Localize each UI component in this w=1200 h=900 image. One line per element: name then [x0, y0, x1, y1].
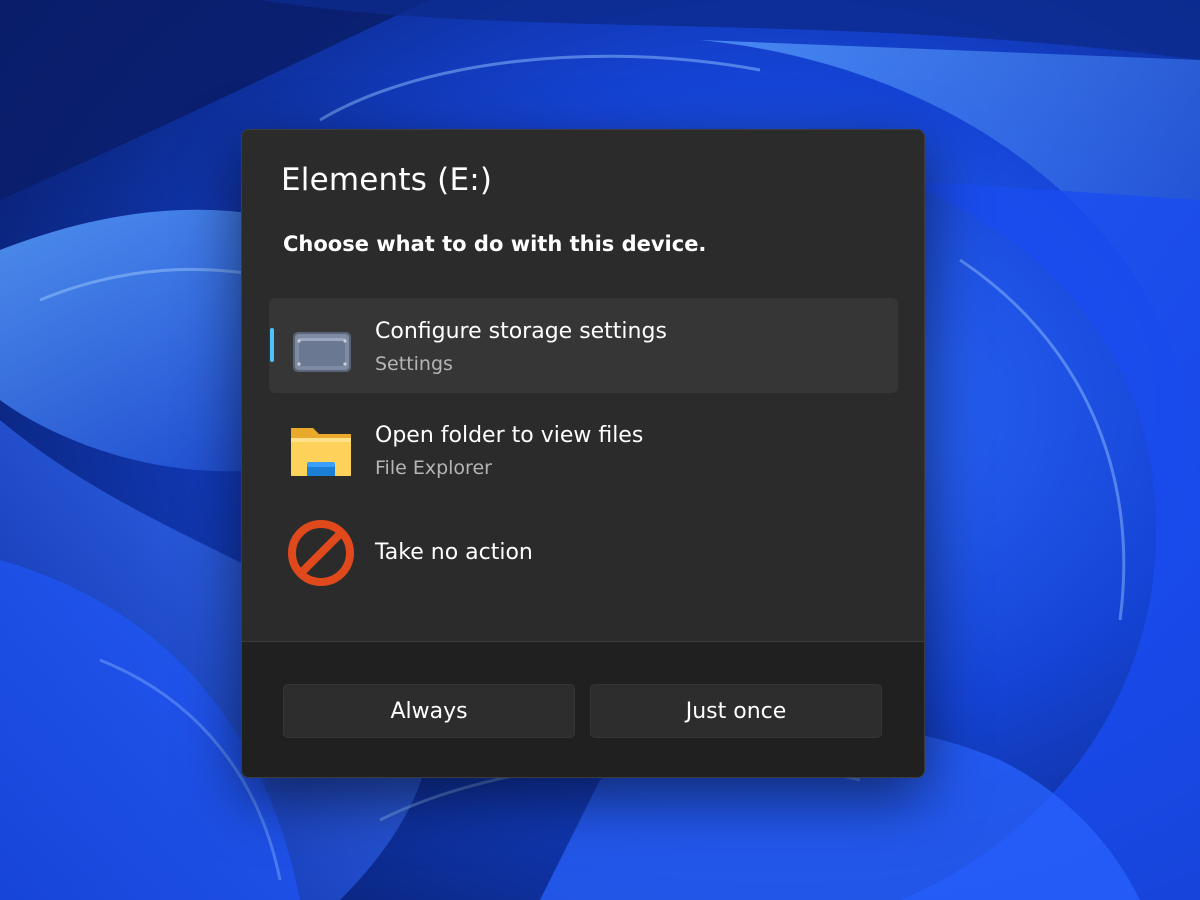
option-subtitle: File Explorer	[375, 457, 492, 479]
option-title: Open folder to view files	[375, 423, 644, 448]
no-action-icon	[288, 520, 354, 586]
storage-drive-icon	[293, 332, 351, 372]
option-take-no-action[interactable]: Take no action	[269, 506, 898, 601]
selection-indicator	[270, 328, 274, 362]
dialog-footer: Always Just once	[242, 641, 924, 777]
option-configure-storage[interactable]: Configure storage settings Settings	[269, 298, 898, 393]
autoplay-dialog: Elements (E:) Choose what to do with thi…	[241, 129, 925, 778]
option-open-folder[interactable]: Open folder to view files File Explorer	[269, 402, 898, 497]
option-subtitle: Settings	[375, 353, 453, 375]
option-title: Configure storage settings	[375, 319, 667, 344]
just-once-button[interactable]: Just once	[590, 684, 882, 738]
option-title: Take no action	[375, 540, 533, 565]
dialog-title: Elements (E:)	[281, 162, 493, 198]
always-button[interactable]: Always	[283, 684, 575, 738]
folder-icon	[291, 428, 351, 476]
dialog-prompt: Choose what to do with this device.	[283, 232, 707, 256]
